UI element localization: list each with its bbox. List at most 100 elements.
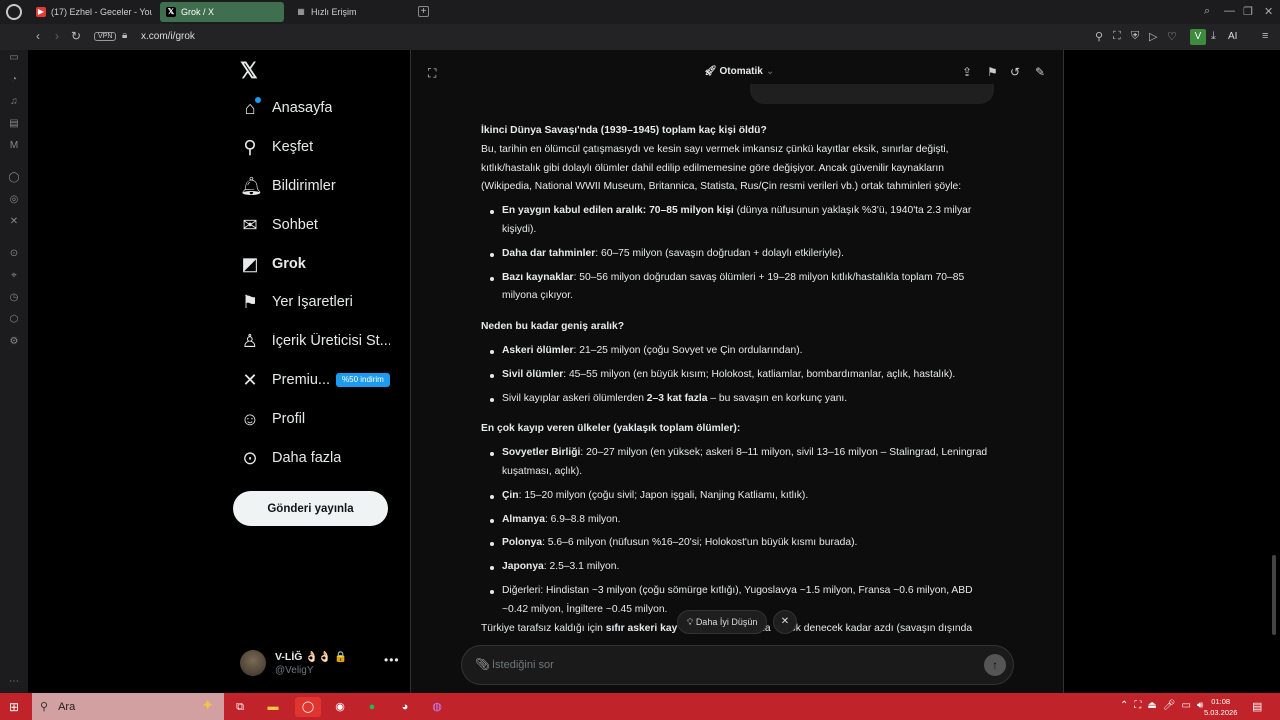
bookmark-icon: ⚑	[241, 292, 259, 312]
file-explorer-icon[interactable]: ▬	[263, 697, 283, 717]
pin-icon[interactable]: ⚲	[1095, 30, 1103, 43]
url-field[interactable]: x.com/i/grok	[141, 31, 195, 42]
lock-icon[interactable]: 🔒︎	[122, 30, 127, 41]
tab-quick-access[interactable]: ▦ Hızlı Erişim	[290, 2, 410, 22]
notifications-icon[interactable]: ▤	[1252, 700, 1262, 713]
discord-icon[interactable]: ◍	[427, 697, 447, 717]
address-bar: ‹ › ↻ VPN 🔒︎ x.com/i/grok ⚲ ⛶ ⛨ ▷ ♡ V ⤓ …	[0, 24, 1280, 50]
opera-logo-icon[interactable]	[6, 4, 22, 20]
history-icon[interactable]: ◷	[8, 292, 20, 304]
send-button[interactable]: ↑	[984, 654, 1006, 676]
sidebar-item-label: İçerik Üreticisi St...	[271, 333, 390, 349]
settings-icon[interactable]: ⚙	[8, 336, 20, 348]
tab-grok[interactable]: 𝕏 Grok / X	[160, 2, 284, 22]
scrollbar[interactable]	[1272, 555, 1276, 635]
tab-label: Hızlı Erişim	[311, 7, 357, 17]
rocket-icon: 🚀︎	[704, 66, 720, 77]
download-icon[interactable]: ⤓	[1211, 30, 1216, 43]
bookmark-icon[interactable]: ⚑	[987, 65, 998, 79]
windows-start-icon[interactable]: ⊞	[9, 700, 19, 714]
list-item: En yaygın kabul edilen aralık: 70–85 mil…	[481, 202, 996, 240]
sidebar-item-label: Bildirimler	[272, 178, 336, 194]
clock[interactable]: 01:08 5.03.2026	[1204, 696, 1237, 718]
snapshot-icon[interactable]: ⛶	[1113, 30, 1121, 43]
opera-gx-icon[interactable]: ◯	[295, 697, 321, 717]
premium-discount-badge[interactable]: %50 indirim	[336, 373, 390, 387]
pin-icon[interactable]: ⌖	[8, 270, 20, 282]
vpn-badge[interactable]: VPN	[94, 32, 117, 41]
expand-icon[interactable]: ⛶	[428, 66, 436, 81]
sidebar-item-grok[interactable]: ◩ Grok	[240, 249, 305, 279]
close-icon[interactable]: ✕	[773, 610, 797, 634]
ai-button[interactable]: AI	[1228, 31, 1237, 42]
play-icon[interactable]: ▷	[1149, 30, 1157, 43]
list-item: Daha dar tahminler: 60–75 milyon (savaşı…	[481, 245, 996, 264]
shield-icon[interactable]: ⛨	[1131, 30, 1139, 43]
share-icon[interactable]: ⇪	[962, 65, 972, 79]
mail-icon[interactable]: M	[8, 140, 20, 152]
prompt-input[interactable]	[492, 656, 962, 674]
steam-icon[interactable]: ◕	[395, 697, 415, 717]
wallet-icon[interactable]: ▤	[8, 118, 20, 130]
sidebar-item-bookmarks[interactable]: ⚑ Yer İşaretleri	[240, 287, 353, 317]
close-icon[interactable]: ✕	[1264, 5, 1273, 18]
sidebar-item-creator-studio[interactable]: ♙ İçerik Üreticisi St...	[240, 326, 390, 356]
history-icon[interactable]: ↺	[1010, 65, 1020, 79]
search-tabs-icon[interactable]: ⌕	[1204, 5, 1210, 18]
play-circle-icon[interactable]: ⊙	[8, 248, 20, 260]
new-chat-icon[interactable]: ✎	[1035, 65, 1045, 79]
list-item: Çin: 15–20 milyon (çoğu sivil; Japon işg…	[481, 487, 996, 506]
aria-icon[interactable]: ◔	[8, 74, 20, 86]
sparkle-icon: ✦	[201, 697, 214, 714]
instagram-icon[interactable]: ◎	[8, 194, 20, 206]
sidebar-item-notifications[interactable]: 🔔︎ Bildirimler	[240, 171, 336, 201]
x-icon[interactable]: ✕	[8, 216, 20, 228]
restore-icon[interactable]: ❐	[1243, 5, 1253, 18]
new-tab-button[interactable]: +	[418, 6, 429, 17]
grok-icon: ◩	[241, 254, 259, 274]
person-icon: ☺	[240, 409, 260, 429]
grok-response: İkinci Dünya Savaşı'nda (1939–1945) topl…	[481, 122, 996, 620]
app-icon[interactable]: ◉	[330, 697, 350, 717]
tab-youtube[interactable]: ▶ (17) Ezhel - Geceler - YouT	[30, 2, 152, 22]
list-item: Sivil kayıplar askeri ölümlerden 2–3 kat…	[481, 390, 996, 409]
youtube-icon: ▶	[36, 7, 46, 17]
sidebar-item-chat[interactable]: ✉ Sohbet	[240, 210, 318, 240]
clock-time: 01:08	[1211, 697, 1231, 706]
account-switcher[interactable]: V-LİĞ 👌🏻👌🏻 🔒 @VeligY •••	[240, 648, 400, 682]
player-icon[interactable]: ♫	[8, 96, 20, 108]
why-list: Askeri ölümler: 21–25 milyon (çoğu Sovye…	[481, 342, 996, 408]
reload-icon[interactable]: ↻	[71, 29, 81, 43]
heart-icon[interactable]: ♡	[1167, 30, 1177, 43]
minimize-icon[interactable]: —	[1224, 5, 1235, 17]
spotify-icon[interactable]: ●	[362, 697, 382, 717]
x-logo-icon[interactable]: 𝕏	[240, 58, 258, 84]
task-view-icon[interactable]: ⧉	[230, 697, 250, 717]
more-icon[interactable]: •••	[384, 653, 400, 667]
list-item: Sivil ölümler: 45–55 milyon (en büyük kı…	[481, 366, 996, 385]
taskbar-search[interactable]: ⚲ Ara ✦	[32, 693, 224, 720]
x-icon: 𝕏	[166, 7, 176, 17]
extensions-icon[interactable]: ⬡	[8, 314, 20, 326]
extension-v-icon[interactable]: V	[1190, 29, 1206, 45]
paperclip-icon[interactable]: 📎︎	[475, 657, 490, 671]
think-better-button[interactable]: 💡︎ Daha İyi Düşün	[677, 610, 768, 634]
more-icon[interactable]: ⋯	[8, 676, 20, 688]
menu-icon[interactable]: ≡	[1262, 30, 1268, 42]
sidebar-item-premium[interactable]: ✕ Premiu...	[240, 365, 330, 395]
section-heading: En çok kayıp veren ülkeler (yaklaşık top…	[481, 423, 741, 435]
sidebar-item-home[interactable]: ⌂ Anasayfa	[240, 93, 332, 123]
system-tray[interactable]: ⌃⛶⏏🎤︎▭🔊︎	[1120, 700, 1209, 711]
sidebar-item-profile[interactable]: ☺ Profil	[240, 404, 305, 434]
sidebar-item-more[interactable]: ⊙ Daha fazla	[240, 443, 341, 473]
mode-selector[interactable]: 🚀︎ Otomatik ⌄	[704, 66, 774, 77]
more-circle-icon: ⊙	[242, 448, 258, 468]
user-message-bubble	[750, 84, 994, 104]
response-heading: İkinci Dünya Savaşı'nda (1939–1945) topl…	[481, 125, 767, 136]
back-icon[interactable]: ‹	[36, 29, 40, 43]
whatsapp-icon[interactable]: ◯	[8, 172, 20, 184]
post-button[interactable]: Gönderi yayınla	[233, 491, 388, 526]
media-icon[interactable]: ▭	[8, 52, 20, 64]
forward-icon[interactable]: ›	[55, 29, 59, 43]
sidebar-item-explore[interactable]: ⚲ Keşfet	[240, 132, 313, 162]
